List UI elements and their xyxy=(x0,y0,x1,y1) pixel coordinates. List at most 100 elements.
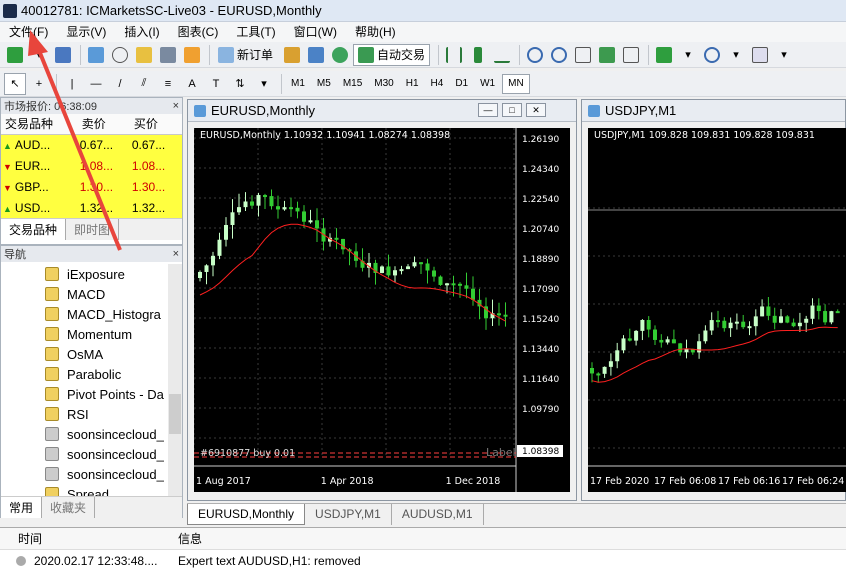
period-mn[interactable]: MN xyxy=(502,73,530,94)
menu-view[interactable]: 显示(V) xyxy=(57,22,115,42)
chart-window-usdjpy[interactable]: USDJPY,M1 17 Feb 2020 17 Feb 06:08 17 Feb … xyxy=(581,99,846,501)
navigator-item[interactable]: MACD xyxy=(1,284,169,304)
navigator-item[interactable]: Parabolic xyxy=(1,364,169,384)
cursor-button[interactable]: ↖ xyxy=(4,72,26,95)
toolbar-separator xyxy=(80,44,81,65)
market-watch-row[interactable]: ▼ EUR... 1.08... 1.08... xyxy=(1,155,182,176)
candle-body xyxy=(393,270,397,276)
column-ask[interactable]: 买价 xyxy=(129,114,182,135)
chart-window-titlebar[interactable]: USDJPY,M1 xyxy=(582,100,845,122)
tab-eurusd-monthly[interactable]: EURUSD,Monthly xyxy=(187,504,306,525)
auto-scroll-button[interactable] xyxy=(596,44,618,66)
column-time[interactable]: 时间 xyxy=(0,530,160,547)
zoom-in-button[interactable] xyxy=(524,44,546,66)
dropdown-arrow-icon[interactable]: ▾ xyxy=(253,73,275,95)
column-bid[interactable]: 卖价 xyxy=(77,114,130,135)
navigator-item[interactable]: soonsincecloud_ xyxy=(1,464,169,484)
chart-window-eurusd[interactable]: EURUSD,Monthly — □ ✕ 1.26190 1.24340 1.225… xyxy=(187,99,625,501)
tester-button[interactable] xyxy=(181,44,203,66)
candlestick-button[interactable] xyxy=(467,44,489,66)
chart-canvas[interactable]: 1.26190 1.24340 1.22540 1.20740 1.18890 1.170… xyxy=(193,128,625,492)
close-button[interactable]: ✕ xyxy=(526,103,546,117)
dropdown-arrow-icon[interactable]: ▾ xyxy=(677,44,699,66)
indicators-button[interactable] xyxy=(653,44,675,66)
signals-button[interactable] xyxy=(305,44,327,66)
line-chart-button[interactable] xyxy=(491,44,513,66)
column-symbol[interactable]: 交易品种 xyxy=(1,114,78,135)
text-label-button[interactable]: T xyxy=(205,73,227,95)
market-watch-row[interactable]: ▼ GBP... 1.30... 1.30... xyxy=(1,176,182,197)
close-icon[interactable]: × xyxy=(173,100,179,112)
trendline-button[interactable]: / xyxy=(109,73,131,95)
channel-button[interactable]: ⫽ xyxy=(133,73,155,95)
market-button[interactable] xyxy=(329,44,351,66)
period-w1[interactable]: W1 xyxy=(475,74,500,94)
zoom-out-button[interactable] xyxy=(548,44,570,66)
data-window-button[interactable] xyxy=(109,44,131,66)
menu-file[interactable]: 文件(F) xyxy=(0,22,57,42)
metaeditor-button[interactable] xyxy=(281,44,303,66)
templates-button[interactable] xyxy=(749,44,771,66)
menu-help[interactable]: 帮助(H) xyxy=(346,22,405,42)
navigator-item[interactable]: Pivot Points - Da xyxy=(1,384,169,404)
menu-window[interactable]: 窗口(W) xyxy=(285,22,346,42)
chart-shift-button[interactable] xyxy=(620,44,642,66)
crosshair-button[interactable]: + xyxy=(28,73,50,95)
navigator-button[interactable] xyxy=(133,44,155,66)
navigator-item[interactable]: Spread xyxy=(1,484,169,496)
period-m30[interactable]: M30 xyxy=(369,74,398,94)
dropdown-arrow-icon[interactable]: ▾ xyxy=(725,44,747,66)
tab-common[interactable]: 常用 xyxy=(1,497,43,518)
period-h1[interactable]: H1 xyxy=(401,74,424,94)
bar-chart-button[interactable] xyxy=(443,44,465,66)
scrollbar-thumb[interactable] xyxy=(169,394,181,434)
market-watch-row[interactable]: ▲ AUD... 0.67... 0.67... xyxy=(1,134,182,155)
navigator-item[interactable]: RSI xyxy=(1,404,169,424)
column-message[interactable]: 信息 xyxy=(160,530,202,547)
horizontal-line-button[interactable]: — xyxy=(85,73,107,95)
profiles-button[interactable] xyxy=(52,44,74,66)
new-order-button[interactable]: 新订单 xyxy=(214,44,277,66)
period-h4[interactable]: H4 xyxy=(426,74,449,94)
tab-favorites[interactable]: 收藏夹 xyxy=(42,497,96,518)
periods-button[interactable] xyxy=(701,44,723,66)
tile-windows-button[interactable] xyxy=(572,44,594,66)
vertical-line-button[interactable]: | xyxy=(61,73,83,95)
menu-tools[interactable]: 工具(T) xyxy=(227,22,284,42)
text-button[interactable]: A xyxy=(181,73,203,95)
period-d1[interactable]: D1 xyxy=(450,74,473,94)
minimize-button[interactable]: — xyxy=(478,103,498,117)
market-watch-button[interactable] xyxy=(85,44,107,66)
close-icon[interactable]: × xyxy=(173,248,179,260)
terminal-button[interactable] xyxy=(157,44,179,66)
tab-tick-chart[interactable]: 即时图 xyxy=(66,219,120,240)
tab-audusd-m1[interactable]: AUDUSD,M1 xyxy=(392,504,484,525)
fibonacci-button[interactable]: ≡ xyxy=(157,73,179,95)
menu-insert[interactable]: 插入(I) xyxy=(115,22,168,42)
text-label: Label xyxy=(486,446,516,459)
period-m1[interactable]: M1 xyxy=(286,74,310,94)
navigator-item[interactable]: soonsincecloud_ xyxy=(1,444,169,464)
dropdown-arrow-icon[interactable]: ▾ xyxy=(28,44,50,66)
new-chart-button[interactable] xyxy=(4,44,26,66)
maximize-button[interactable]: □ xyxy=(502,103,522,117)
menu-charts[interactable]: 图表(C) xyxy=(169,22,228,42)
tab-usdjpy-m1[interactable]: USDJPY,M1 xyxy=(305,504,392,525)
tab-symbols[interactable]: 交易品种 xyxy=(1,219,67,240)
log-row[interactable]: 2020.02.17 12:33:48.... Expert text AUDU… xyxy=(0,550,846,572)
period-m15[interactable]: M15 xyxy=(338,74,367,94)
auto-trading-button[interactable]: 自动交易 xyxy=(353,43,431,66)
navigator-item[interactable]: soonsincecloud_ xyxy=(1,424,169,444)
market-watch-row[interactable]: ▲ USD... 1.32... 1.32... xyxy=(1,197,182,218)
navigator-item[interactable]: OsMA xyxy=(1,344,169,364)
navigator-scrollbar[interactable] xyxy=(168,264,182,496)
dropdown-arrow-icon[interactable]: ▾ xyxy=(773,44,795,66)
arrows-button[interactable]: ⇅ xyxy=(229,73,251,95)
period-m5[interactable]: M5 xyxy=(312,74,336,94)
navigator-item[interactable]: Momentum xyxy=(1,324,169,344)
navigator-item[interactable]: MACD_Histogra xyxy=(1,304,169,324)
navigator-item[interactable]: iExposure xyxy=(1,264,169,284)
metaeditor-icon xyxy=(284,46,301,63)
chart-canvas[interactable]: 17 Feb 2020 17 Feb 06:08 17 Feb 06:16 17 Fe… xyxy=(588,128,846,492)
candle-body xyxy=(445,283,449,286)
